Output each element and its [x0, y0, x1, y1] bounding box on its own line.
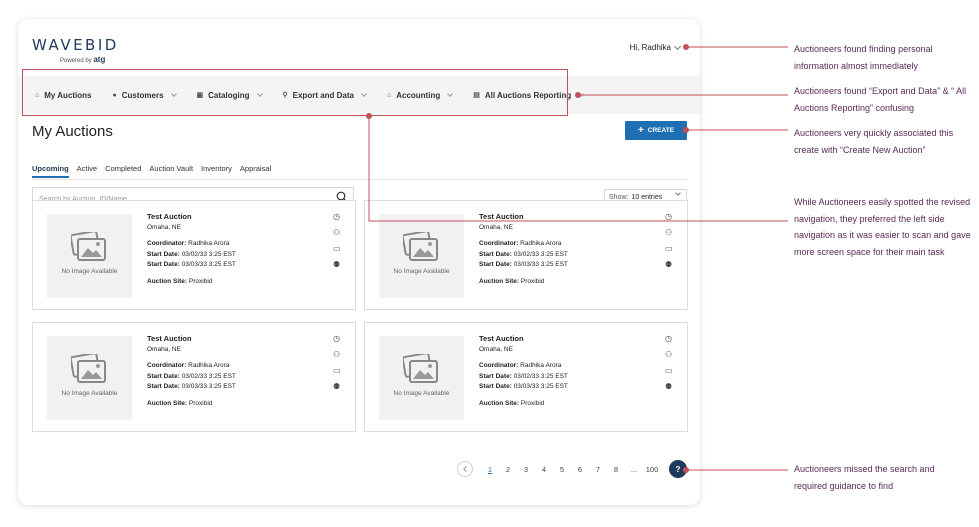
annotation-search-help: Auctioneers missed the search and requir…	[794, 464, 935, 491]
annotation-marker	[575, 92, 581, 98]
annotation-lines	[368, 46, 788, 471]
annotation-create: Auctioneers very quickly associated this…	[794, 128, 954, 155]
annotation-marker	[366, 113, 372, 119]
annotation-personal-info: Auctioneers found finding personal infor…	[794, 44, 933, 71]
annotation-nav-confusing: Auctioneers found “Export and Data” & “ …	[794, 86, 967, 113]
annotation-marker	[683, 127, 689, 133]
annotation-navigation-pref: While Auctioneers easily spotted the rev…	[794, 197, 971, 257]
annotation-marker	[683, 467, 689, 473]
annotation-marker	[683, 44, 689, 50]
